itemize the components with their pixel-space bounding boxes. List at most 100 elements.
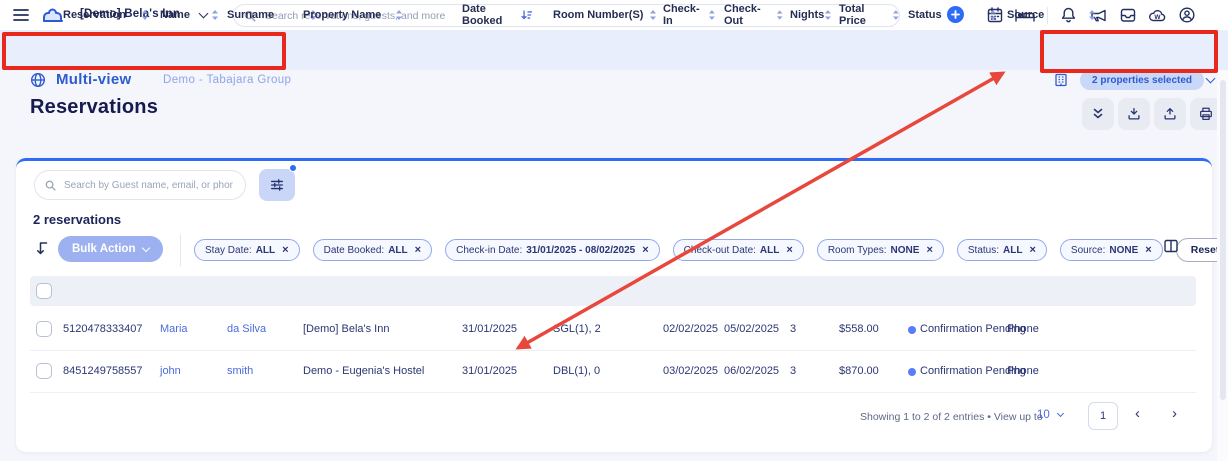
row-checkbox[interactable] <box>36 321 52 337</box>
column-header-status[interactable]: Status <box>908 0 997 30</box>
multiview-title: Multi-view <box>56 71 132 88</box>
bulk-action-label: Bulk Action <box>72 243 135 255</box>
properties-building-icon <box>1053 72 1069 88</box>
globe-icon <box>30 72 46 88</box>
inbox-icon[interactable] <box>1119 6 1137 24</box>
filter-chip-date-booked[interactable]: Date Booked:ALL× <box>313 239 433 261</box>
cell-guest-name-link[interactable]: john <box>160 365 181 377</box>
cell-guest-name-link[interactable]: Maria <box>160 323 188 335</box>
close-icon[interactable]: × <box>415 244 421 256</box>
close-icon[interactable]: × <box>1029 244 1035 256</box>
cloud-whatsapp-icon[interactable]: W <box>1147 6 1168 24</box>
column-header-source[interactable]: Source <box>1007 0 1096 30</box>
cell-property-name: Demo - Eugenia's Hostel <box>303 365 424 377</box>
column-header-reservation[interactable]: Reservation <box>63 0 149 30</box>
properties-chevron-down-icon[interactable] <box>1206 74 1216 84</box>
cell-date-booked: 31/01/2025 <box>462 323 517 335</box>
cell-source: Phone <box>1007 365 1039 377</box>
sort-icon[interactable] <box>649 9 657 21</box>
status-dot-icon <box>908 326 916 334</box>
current-page-box[interactable]: 1 <box>1088 402 1118 430</box>
bulk-action-chevron-down-icon <box>142 243 150 251</box>
cell-room-numbers: SGL(1), 2 <box>553 323 601 335</box>
sort-descending-active-icon[interactable] <box>521 9 532 21</box>
close-icon[interactable]: × <box>1145 244 1151 256</box>
cell-check-in: 02/02/2025 <box>663 323 718 335</box>
column-header-property-name[interactable]: Property Name <box>303 0 403 30</box>
cell-guest-surname-link[interactable]: da Silva <box>227 323 266 335</box>
properties-selected-badge[interactable]: 2 properties selected <box>1080 70 1204 90</box>
previous-page-button[interactable]: ‹ <box>1135 405 1140 422</box>
cell-date-booked: 31/01/2025 <box>462 365 517 377</box>
page-size-chevron-down-icon <box>1057 410 1064 417</box>
column-header-check-out[interactable]: Check-Out <box>724 0 783 30</box>
next-page-button[interactable]: › <box>1172 405 1177 422</box>
bulk-sort-icon[interactable] <box>36 240 50 257</box>
filter-chip-source[interactable]: Source:NONE× <box>1060 239 1163 261</box>
column-header-room-numbers[interactable]: Room Number(S) <box>553 0 657 30</box>
sort-icon[interactable] <box>824 9 832 21</box>
page-size-value: 10 <box>1037 409 1050 421</box>
cell-check-out: 05/02/2025 <box>724 323 779 335</box>
cell-nights: 3 <box>790 365 796 377</box>
column-settings-icon[interactable] <box>1163 238 1179 254</box>
pagination-summary: Showing 1 to 2 of 2 entries • View up to <box>860 411 1043 423</box>
collapse-all-button[interactable] <box>1082 98 1114 130</box>
sort-icon[interactable] <box>776 9 783 21</box>
status-dot-icon <box>908 368 916 376</box>
cell-room-numbers: DBL(1), 0 <box>553 365 600 377</box>
page-title: Reservations <box>30 96 158 119</box>
column-header-date-booked[interactable]: Date Booked <box>462 0 532 30</box>
sort-icon[interactable] <box>395 9 403 21</box>
filter-chip-stay-date[interactable]: Stay Date:ALL× <box>194 239 300 261</box>
cell-total-price: $870.00 <box>839 365 879 377</box>
account-avatar-icon[interactable] <box>1178 6 1196 24</box>
bulk-action-button[interactable]: Bulk Action <box>58 236 163 262</box>
cell-property-name: [Demo] Bela's Inn <box>303 323 389 335</box>
scrollbar-thumb[interactable] <box>1220 80 1226 400</box>
sort-icon[interactable] <box>1088 9 1096 21</box>
filter-chip-room-types[interactable]: Room Types:NONE× <box>817 239 944 261</box>
cell-check-in: 03/02/2025 <box>663 365 718 377</box>
cloud-letter: W <box>1154 14 1161 21</box>
cell-reservation-id: 5120478333407 <box>63 323 143 335</box>
import-download-button[interactable] <box>1118 98 1150 130</box>
row-divider <box>30 350 1196 351</box>
close-icon[interactable]: × <box>926 244 932 256</box>
column-header-check-in[interactable]: Check-In <box>663 0 716 30</box>
close-icon[interactable]: × <box>786 244 792 256</box>
select-all-checkbox[interactable] <box>36 283 52 299</box>
close-icon[interactable]: × <box>642 244 648 256</box>
sort-icon[interactable] <box>211 9 219 21</box>
cell-guest-surname-link[interactable]: smith <box>227 365 253 377</box>
reservations-count: 2 reservations <box>33 212 121 227</box>
guest-search <box>34 170 246 200</box>
sort-icon[interactable] <box>708 9 716 21</box>
filters-sliders-button[interactable] <box>259 169 295 201</box>
export-upload-button[interactable] <box>1154 98 1186 130</box>
guest-search-input[interactable] <box>62 179 235 192</box>
cell-total-price: $558.00 <box>839 323 879 335</box>
filter-chip-check-in-date[interactable]: Check-in Date:31/01/2025 - 08/02/2025× <box>445 239 660 261</box>
sort-icon[interactable] <box>141 9 149 21</box>
cell-reservation-id: 8451249758557 <box>63 365 143 377</box>
filter-chip-status[interactable]: Status:ALL× <box>957 239 1047 261</box>
cell-check-out: 06/02/2025 <box>724 365 779 377</box>
row-checkbox[interactable] <box>36 363 52 379</box>
cell-nights: 3 <box>790 323 796 335</box>
brand-logo-icon <box>42 6 64 24</box>
sort-icon[interactable] <box>989 9 997 21</box>
page-size-select[interactable]: 10 <box>1037 409 1063 421</box>
column-header-total-price[interactable]: Total Price <box>839 0 900 30</box>
hamburger-menu-icon[interactable] <box>12 7 30 23</box>
sort-icon[interactable] <box>892 9 900 21</box>
column-header-nights[interactable]: Nights <box>790 0 832 30</box>
filter-chip-check-out-date[interactable]: Check-out Date:ALL× <box>673 239 804 261</box>
column-header-name[interactable]: Name <box>160 0 219 30</box>
table-header-row <box>30 276 1196 306</box>
close-icon[interactable]: × <box>282 244 288 256</box>
filters-active-dot <box>289 164 297 172</box>
filter-chips-row: Stay Date:ALL× Date Booked:ALL× Check-in… <box>194 238 1228 262</box>
app-window: [Demo] Bela's Inn W <box>0 0 1228 461</box>
cell-source: Phone <box>1007 323 1039 335</box>
